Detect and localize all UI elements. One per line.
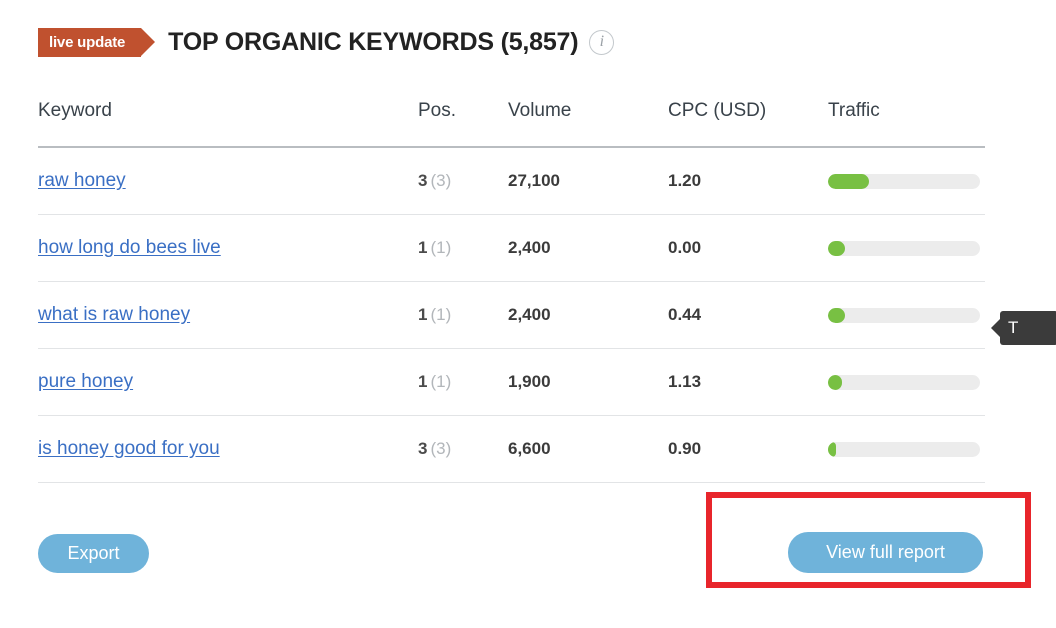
table-row: is honey good for you 3(3) 6,600 0.90 [38,416,985,483]
traffic-bar-track[interactable] [828,241,980,256]
cell-volume: 2,400 [508,215,668,282]
page-title: TOP ORGANIC KEYWORDS (5,857) [168,28,578,57]
column-header-keyword[interactable]: Keyword [38,100,418,147]
cpc-value: 0.44 [668,305,701,324]
cell-keyword: how long do bees live [38,215,418,282]
cpc-value: 1.20 [668,171,701,190]
cell-cpc: 0.90 [668,416,828,483]
position-previous: (1) [430,238,451,257]
cell-volume: 6,600 [508,416,668,483]
position-value: 1(1) [418,238,451,257]
keyword-link[interactable]: pure honey [38,371,133,392]
info-icon[interactable]: i [589,30,614,55]
keyword-link[interactable]: raw honey [38,170,126,191]
position-previous: (3) [430,439,451,458]
keyword-link[interactable]: is honey good for you [38,438,220,459]
position-value: 3(3) [418,439,451,458]
cell-cpc: 1.13 [668,349,828,416]
table-body: raw honey3(3)27,1001.20how long do bees … [38,147,985,483]
cell-cpc: 0.44 [668,282,828,349]
traffic-bar-track[interactable] [828,442,980,457]
top-organic-keywords-widget: live update TOP ORGANIC KEYWORDS (5,857)… [0,0,1056,628]
cell-keyword: pure honey [38,349,418,416]
position-current: 1 [418,238,427,257]
column-header-volume[interactable]: Volume [508,100,668,147]
position-value: 1(1) [418,372,451,391]
position-previous: (1) [430,372,451,391]
column-header-pos[interactable]: Pos. [418,100,508,147]
table-row: how long do bees live 1(1) 2,400 0.00 [38,215,985,282]
table-row: what is raw honey 1(1) 2,400 0.44 [38,282,985,349]
cell-position: 3(3) [418,416,508,483]
volume-value: 2,400 [508,305,551,324]
cell-keyword: is honey good for you [38,416,418,483]
cpc-value: 0.90 [668,439,701,458]
cell-traffic [828,215,985,282]
cell-volume: 1,900 [508,349,668,416]
cell-keyword: what is raw honey [38,282,418,349]
position-current: 1 [418,372,427,391]
volume-value: 2,400 [508,238,551,257]
table-row: raw honey 3(3) 27,100 1.20 [38,147,985,215]
cpc-value: 1.13 [668,372,701,391]
keyword-link[interactable]: how long do bees live [38,237,221,258]
cell-traffic [828,147,985,215]
table-row: pure honey 1(1) 1,900 1.13 [38,349,985,416]
position-current: 3 [418,171,427,190]
traffic-bar-fill [828,174,869,189]
column-header-cpc[interactable]: CPC (USD) [668,100,828,147]
position-previous: (3) [430,171,451,190]
traffic-bar-track[interactable] [828,308,980,323]
cell-position: 3(3) [418,147,508,215]
widget-header: live update TOP ORGANIC KEYWORDS (5,857)… [38,22,614,62]
volume-value: 27,100 [508,171,560,190]
traffic-bar-fill [828,308,845,323]
cell-position: 1(1) [418,282,508,349]
keyword-link[interactable]: what is raw honey [38,304,190,325]
cell-volume: 27,100 [508,147,668,215]
cell-position: 1(1) [418,215,508,282]
keywords-table: Keyword Pos. Volume CPC (USD) Traffic ra… [38,100,985,483]
cell-traffic [828,282,985,349]
export-button[interactable]: Export [38,534,149,573]
position-current: 3 [418,439,427,458]
traffic-bar-fill [828,442,836,457]
position-value: 1(1) [418,305,451,324]
cell-volume: 2,400 [508,282,668,349]
cell-keyword: raw honey [38,147,418,215]
view-full-report-button[interactable]: View full report [788,532,983,573]
cell-traffic [828,349,985,416]
traffic-bar-track[interactable] [828,174,980,189]
traffic-bar-fill [828,375,842,390]
traffic-bar-fill [828,241,845,256]
position-value: 3(3) [418,171,451,190]
live-update-badge: live update [38,28,141,57]
volume-value: 6,600 [508,439,551,458]
traffic-bar-track[interactable] [828,375,980,390]
cell-cpc: 0.00 [668,215,828,282]
position-previous: (1) [430,305,451,324]
traffic-tooltip: T [1000,311,1056,345]
volume-value: 1,900 [508,372,551,391]
position-current: 1 [418,305,427,324]
table-header-row: Keyword Pos. Volume CPC (USD) Traffic [38,100,985,147]
column-header-traffic[interactable]: Traffic [828,100,985,147]
cell-position: 1(1) [418,349,508,416]
cell-traffic [828,416,985,483]
cell-cpc: 1.20 [668,147,828,215]
cpc-value: 0.00 [668,238,701,257]
